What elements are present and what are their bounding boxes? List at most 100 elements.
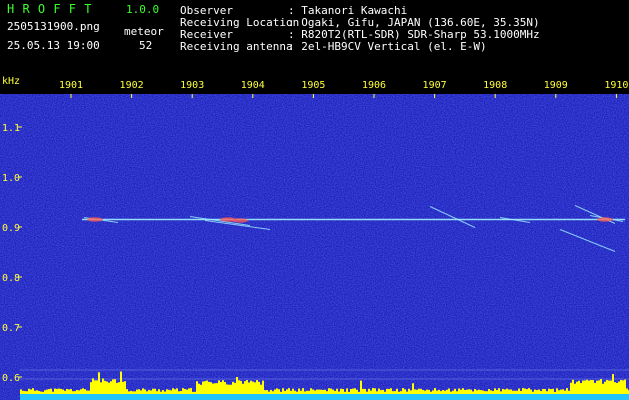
level-bar — [626, 388, 628, 394]
level-bar — [302, 388, 304, 394]
level-bar — [242, 383, 244, 394]
level-bar — [150, 390, 152, 394]
level-bar — [380, 390, 382, 394]
level-bar — [354, 388, 356, 394]
level-bar — [292, 388, 294, 394]
level-bar — [356, 389, 358, 394]
level-bar — [246, 380, 248, 394]
level-bar — [28, 388, 30, 394]
level-bar — [186, 389, 188, 394]
level-bar — [490, 390, 492, 394]
level-bar — [388, 388, 390, 394]
header-panel: H R O F F T 1.0.0 2505131900.png meteor … — [0, 0, 629, 72]
file-name: 2505131900.png — [7, 20, 100, 33]
antenna-label: Receiving antenna — [180, 40, 293, 53]
level-bar — [606, 379, 608, 394]
level-bar — [586, 379, 588, 394]
level-bar — [230, 384, 232, 394]
level-bar — [552, 388, 554, 394]
detection-count: 52 — [139, 39, 153, 52]
level-bar — [70, 389, 72, 394]
level-bar — [582, 380, 584, 394]
level-bar — [270, 389, 272, 394]
level-bar — [56, 388, 58, 394]
level-bar — [124, 381, 126, 394]
level-bar — [100, 382, 102, 394]
level-bar — [156, 391, 158, 394]
level-bar — [370, 390, 372, 394]
level-bar — [276, 388, 278, 394]
level-bar — [446, 389, 448, 394]
level-bar — [136, 389, 138, 394]
app-version: 1.0.0 — [126, 3, 160, 16]
level-bar — [308, 390, 310, 394]
level-bar — [450, 391, 452, 394]
level-bar — [598, 380, 600, 394]
level-bar — [222, 380, 224, 394]
level-bar — [180, 391, 182, 394]
level-bar — [130, 390, 132, 394]
level-bar — [404, 389, 406, 394]
level-bar — [152, 388, 154, 394]
y-tick-label: 0.6 — [2, 373, 20, 384]
level-bar — [476, 390, 478, 394]
level-bar — [420, 388, 422, 394]
level-bar — [66, 388, 68, 394]
x-tick-label: 1902 — [120, 80, 144, 91]
level-bar — [350, 388, 352, 394]
level-bar — [548, 388, 550, 394]
level-bar — [58, 388, 60, 394]
level-bar — [556, 388, 558, 394]
spectrogram-chart: 1901 1902 1903 1904 1905 1906 1907 1908 1909 1910… — [0, 76, 629, 400]
level-bar — [344, 391, 346, 394]
level-bar — [522, 388, 524, 394]
level-bar — [184, 389, 186, 394]
x-tick-label: 1905 — [301, 80, 325, 91]
level-bar — [178, 391, 180, 394]
level-bar — [176, 388, 178, 394]
level-bar — [524, 388, 526, 394]
level-bar — [454, 388, 456, 394]
level-bar — [48, 389, 50, 394]
level-bar — [560, 389, 562, 394]
level-bar — [232, 381, 234, 394]
level-bar — [448, 388, 450, 394]
level-bar — [102, 378, 104, 394]
level-bar — [204, 381, 206, 394]
meteor-head — [87, 217, 103, 222]
y-tick-label: 0.8 — [2, 273, 20, 284]
level-bar — [142, 388, 144, 394]
level-bar — [46, 389, 48, 394]
level-bar — [170, 390, 172, 394]
level-bar — [254, 382, 256, 394]
level-bar — [256, 380, 258, 394]
level-bar — [112, 379, 114, 394]
level-bar — [546, 391, 548, 394]
level-bar — [596, 380, 598, 394]
level-bar — [248, 382, 250, 394]
level-bar — [378, 388, 380, 394]
level-baseline — [20, 394, 629, 400]
level-bar — [412, 383, 414, 394]
level-bar — [166, 389, 168, 394]
level-bar — [526, 389, 528, 394]
level-bar — [198, 383, 200, 394]
level-bar — [364, 388, 366, 394]
level-bar — [398, 391, 400, 394]
level-bar — [336, 388, 338, 394]
level-bar — [110, 381, 112, 394]
level-bar — [80, 389, 82, 394]
level-bar — [148, 389, 150, 394]
level-bar — [624, 379, 626, 394]
level-bar — [86, 390, 88, 394]
level-bar — [298, 388, 300, 394]
level-bar — [316, 389, 318, 394]
level-bar — [472, 391, 474, 394]
level-bar — [618, 381, 620, 394]
level-bar — [62, 389, 64, 394]
level-bar — [568, 390, 570, 394]
level-bar — [326, 391, 328, 394]
level-bar — [584, 380, 586, 394]
level-bar — [602, 383, 604, 394]
level-bar — [362, 388, 364, 394]
